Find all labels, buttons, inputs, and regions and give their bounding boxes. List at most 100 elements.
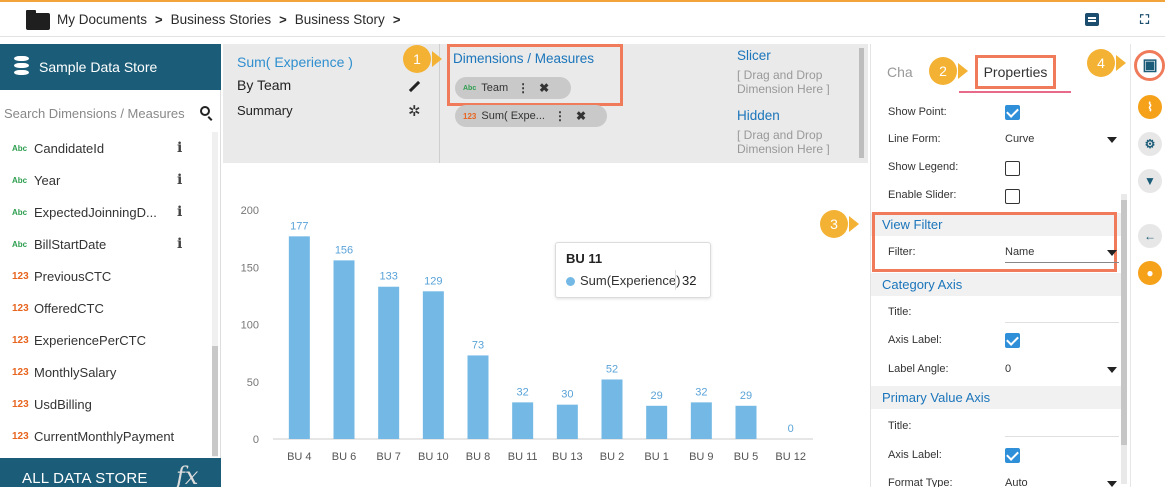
callout-badge-2: 2 <box>929 57 957 85</box>
scrollbar-thumb[interactable] <box>1121 200 1127 445</box>
abc-type-icon: Abc <box>12 175 28 185</box>
x-tick-label: BU 12 <box>775 451 806 463</box>
chart-bar[interactable] <box>378 286 400 439</box>
filter-select[interactable]: Name <box>1005 246 1119 263</box>
hidden-drop-zone[interactable]: [ Drag and Drop Dimension Here ] <box>737 128 861 155</box>
bar-value-label: 32 <box>517 386 529 398</box>
back-arrow-icon[interactable]: ← <box>1138 224 1162 248</box>
field-list-item[interactable]: 123 MonthlySalary <box>0 356 212 388</box>
kebab-menu-icon[interactable]: ⋮ <box>517 81 529 95</box>
save-icon[interactable]: ▣ <box>1138 54 1162 78</box>
pill-label: Team <box>481 82 509 94</box>
pencil-icon[interactable] <box>408 80 421 93</box>
database-icon <box>14 56 29 76</box>
fx-icon[interactable]: fx <box>176 462 198 487</box>
expand-icon[interactable]: ⛶ <box>1140 13 1154 26</box>
field-name: CurrentMonthlyPayment <box>34 428 175 444</box>
bar-value-label: 29 <box>651 390 663 402</box>
x-tick-label: BU 5 <box>734 451 758 463</box>
category-title-input[interactable] <box>1005 322 1119 323</box>
search-input[interactable] <box>0 105 200 121</box>
filter-icon[interactable]: ▼ <box>1138 169 1162 193</box>
tab-properties[interactable]: Properties <box>975 55 1056 89</box>
show-legend-checkbox[interactable] <box>1005 161 1020 176</box>
field-list-item[interactable]: 123 UsdBilling <box>0 388 212 420</box>
callout-badge-4: 4 <box>1087 49 1115 77</box>
remove-icon[interactable]: ✖ <box>576 109 586 123</box>
category-axis-label-checkbox[interactable] <box>1005 333 1020 348</box>
filter-value: Name <box>1005 246 1035 258</box>
label-angle-select[interactable]: 0 <box>1005 363 1119 380</box>
callout-arrow <box>849 216 859 232</box>
numeric-type-icon: 123 <box>463 111 477 121</box>
kebab-menu-icon[interactable]: ⋮ <box>554 109 566 123</box>
field-list-item[interactable]: Abc Year i <box>0 164 212 196</box>
field-list-item[interactable]: 123 PreviousCTC <box>0 260 212 292</box>
field-list-item[interactable]: 123 OfferedCTC <box>0 292 212 324</box>
field-list: Abc CandidateId i Abc Year i Abc ExpectedJoinni… <box>0 132 212 452</box>
search-icon[interactable] <box>200 106 210 116</box>
all-data-store-button[interactable]: ALL DATA STORE fx <box>0 458 221 487</box>
tooltip-title: BU 11 <box>566 251 603 266</box>
gears-icon[interactable]: ⚙ <box>1138 132 1162 156</box>
value-axis-label-label: Axis Label: <box>888 449 942 461</box>
field-name: Year <box>34 172 61 188</box>
chart-bar[interactable] <box>467 355 489 439</box>
show-point-checkbox[interactable] <box>1005 105 1020 120</box>
chart-bar[interactable] <box>646 405 668 439</box>
chart-bar[interactable] <box>556 404 578 439</box>
measure-pill-sum-experience[interactable]: 123 Sum( Expe... ⋮ ✖ <box>455 105 607 127</box>
field-list-item[interactable]: Abc BillStartDate i <box>0 228 212 260</box>
field-list-scrollbar[interactable] <box>212 132 218 457</box>
value-axis-label-checkbox[interactable] <box>1005 448 1020 463</box>
field-list-item[interactable]: Abc ExpectedJoinningD... i <box>0 196 212 228</box>
format-type-select[interactable]: Auto <box>1005 477 1119 487</box>
view-filter-highlight-box <box>872 212 1117 272</box>
field-list-item[interactable]: 123 ExperiencePerCTC <box>0 324 212 356</box>
data-store-header[interactable]: Sample Data Store <box>0 44 221 90</box>
chart-bar[interactable] <box>288 236 310 439</box>
field-list-item[interactable]: Abc CandidateId i <box>0 132 212 164</box>
bar-value-label: 32 <box>695 386 707 398</box>
chart-bar[interactable] <box>422 291 444 439</box>
chart-bar[interactable] <box>333 260 355 439</box>
field-name: OfferedCTC <box>34 300 104 316</box>
info-icon[interactable]: i <box>177 140 182 156</box>
comment-icon[interactable] <box>1085 13 1099 26</box>
chart-bar[interactable] <box>735 405 757 439</box>
tab-chart[interactable]: Cha <box>887 64 913 80</box>
slicer-drop-zone[interactable]: [ Drag and Drop Dimension Here ] <box>737 68 861 95</box>
breadcrumb-business-story[interactable]: Business Story <box>295 12 385 27</box>
category-axis-title: Category Axis <box>882 277 963 292</box>
chart-bar[interactable] <box>512 402 534 439</box>
field-list-item[interactable]: 123 CurrentMonthlyPayment <box>0 420 212 452</box>
scrollbar-thumb[interactable] <box>212 346 218 456</box>
y-tick-label: 50 <box>247 377 259 389</box>
enable-slider-checkbox[interactable] <box>1005 189 1020 204</box>
bulb-icon[interactable]: ● <box>1138 261 1162 285</box>
chart-name[interactable]: Sum( Experience ) <box>237 54 353 70</box>
breadcrumb: My Documents > Business Stories > Busine… <box>57 12 408 27</box>
bar-value-label: 156 <box>335 244 353 256</box>
chart-bar[interactable] <box>601 379 623 439</box>
breadcrumb-business-stories[interactable]: Business Stories <box>171 12 272 27</box>
callout-arrow <box>432 51 442 67</box>
remove-icon[interactable]: ✖ <box>539 81 549 95</box>
breadcrumb-my-documents[interactable]: My Documents <box>57 12 147 27</box>
info-icon[interactable]: i <box>177 236 182 252</box>
abc-type-icon: Abc <box>12 207 28 217</box>
properties-scrollbar[interactable] <box>1121 194 1127 484</box>
line-chart-icon[interactable]: ⌇ <box>1138 95 1162 119</box>
data-store-title: Sample Data Store <box>39 59 158 75</box>
chart-bar[interactable] <box>690 402 712 439</box>
config-scrollbar[interactable] <box>859 48 864 158</box>
info-icon[interactable]: i <box>177 204 182 220</box>
dimension-pill-team[interactable]: Abc Team ⋮ ✖ <box>455 77 571 99</box>
gear-icon[interactable]: ✲ <box>408 102 421 120</box>
chevron-down-icon <box>1107 137 1117 143</box>
x-tick-label: BU 7 <box>376 451 400 463</box>
value-title-input[interactable] <box>1005 436 1119 437</box>
info-icon[interactable]: i <box>177 172 182 188</box>
line-form-select[interactable]: Curve <box>1005 133 1119 150</box>
x-tick-label: BU 9 <box>689 451 713 463</box>
